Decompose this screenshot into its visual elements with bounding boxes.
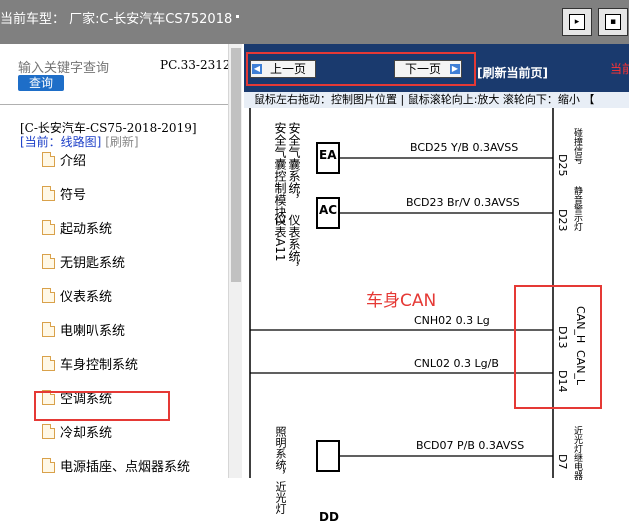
pin-label: D7 bbox=[556, 454, 569, 470]
document-icon bbox=[42, 356, 55, 371]
top-bar: 当前车型： 厂家:C-长安汽车CS752018 ▸ ▪ bbox=[0, 0, 629, 44]
document-icon bbox=[42, 458, 55, 473]
square-icon: ▪ bbox=[605, 14, 621, 30]
document-icon bbox=[42, 152, 55, 167]
function-label: 碰撞信号 bbox=[572, 128, 582, 164]
prev-page-button[interactable]: ◀ 上一页 bbox=[250, 60, 316, 78]
arrow-left-icon: ◀ bbox=[252, 64, 262, 74]
current-indicator: 当前 bbox=[610, 62, 629, 76]
toolbar-button-2[interactable]: ▪ bbox=[598, 8, 628, 36]
module-label: 安全气囊系统， bbox=[287, 122, 301, 206]
list-item[interactable]: 冷却系统 bbox=[40, 421, 226, 441]
list-item-label: 无钥匙系统 bbox=[60, 256, 126, 271]
arrow-right-icon: ▶ bbox=[450, 64, 460, 74]
list-item-label: 冷却系统 bbox=[60, 426, 113, 441]
list-item-label: 起动系统 bbox=[60, 222, 113, 237]
document-icon bbox=[42, 220, 55, 235]
list-item-label: 介绍 bbox=[60, 154, 87, 169]
list-item[interactable]: 介绍 bbox=[40, 149, 226, 169]
refresh-page-link[interactable]: [刷新当前页] bbox=[477, 64, 548, 81]
function-label: 近光灯继电器 bbox=[572, 426, 582, 480]
connector-code: AC bbox=[319, 203, 338, 217]
wire-label: BCD25 Y/B 0.3AVSS bbox=[410, 141, 519, 154]
connector-code: EA bbox=[319, 148, 337, 162]
next-page-button[interactable]: 下一页 ▶ bbox=[394, 60, 462, 78]
divider bbox=[0, 104, 228, 105]
wire-label: CNH02 0.3 Lg bbox=[414, 314, 490, 327]
can-annotation: 车身CAN bbox=[366, 291, 437, 311]
selection-highlight-box bbox=[34, 391, 170, 421]
search-button[interactable]: 查询 bbox=[18, 75, 64, 91]
current-label: [当前：线路图] bbox=[20, 135, 102, 149]
list-item-selected[interactable]: 车身控制系统 bbox=[40, 353, 226, 373]
wiring-diagram[interactable]: EA AC DD BCD25 Y/B 0.3AVSS BCD23 Br/V 0.… bbox=[244, 108, 629, 524]
document-icon bbox=[42, 424, 55, 439]
refresh-link[interactable]: [刷新] bbox=[105, 135, 138, 149]
list-item[interactable]: 电源插座、点烟器系统 bbox=[40, 455, 226, 475]
module-label: 仪表A11 bbox=[273, 214, 287, 262]
module-label: 仪表系统， bbox=[287, 214, 301, 274]
signal-label: CAN_L bbox=[574, 350, 587, 386]
prev-page-label: 上一页 bbox=[269, 62, 306, 76]
list-item[interactable]: 电喇叭系统 bbox=[40, 319, 226, 339]
connector-code: DD bbox=[319, 510, 339, 524]
document-icon bbox=[42, 288, 55, 303]
list-item[interactable]: 仪表系统 bbox=[40, 285, 226, 305]
page-nav-bar: ◀ 上一页 下一页 ▶ [刷新当前页] 当前 bbox=[244, 44, 629, 92]
left-panel: 查询 PC.33-23129 [C-长安汽车-CS75-2018-2019] [… bbox=[0, 44, 244, 478]
wire-label: BCD07 P/B 0.3AVSS bbox=[416, 439, 525, 452]
list-item[interactable]: 起动系统 bbox=[40, 217, 226, 237]
list-item-label: 车身控制系统 bbox=[60, 358, 139, 373]
pin-label: D25 bbox=[556, 154, 569, 177]
document-icon bbox=[42, 254, 55, 269]
right-panel: ◀ 上一页 下一页 ▶ [刷新当前页] 当前 鼠标左右拖动：控制图片位置 | 鼠… bbox=[244, 44, 629, 524]
toolbar-button-1[interactable]: ▸ bbox=[562, 8, 592, 36]
module-label: 照明系统，近光灯 bbox=[274, 426, 287, 514]
list-item-label: 符号 bbox=[60, 188, 87, 203]
list-item-label: 仪表系统 bbox=[60, 290, 113, 305]
signal-label: CAN_H bbox=[574, 306, 587, 344]
wire-label: BCD23 Br/V 0.3AVSS bbox=[406, 196, 520, 209]
list-item-label: 电源插座、点烟器系统 bbox=[60, 460, 191, 475]
vehicle-title: 当前车型： 厂家:C-长安汽车CS752018 bbox=[0, 12, 233, 27]
document-icon bbox=[42, 322, 55, 337]
toolbar-dot bbox=[236, 15, 239, 18]
pin-label: D13 bbox=[556, 326, 569, 349]
play-icon: ▸ bbox=[569, 14, 585, 30]
next-page-label: 下一页 bbox=[404, 62, 441, 76]
hint-bar: 鼠标左右拖动：控制图片位置 | 鼠标滚轮向上:放大 滚轮向下：缩小 【 bbox=[244, 92, 629, 108]
current-location: [当前：线路图] [刷新] bbox=[20, 133, 139, 150]
list-item-label: 电喇叭系统 bbox=[60, 324, 126, 339]
list-item[interactable]: 符号 bbox=[40, 183, 226, 203]
left-scrollbar[interactable] bbox=[228, 44, 242, 478]
pin-label: D23 bbox=[556, 209, 569, 232]
list-item[interactable]: 无钥匙系统 bbox=[40, 251, 226, 271]
function-label: 静音警示灯 bbox=[572, 186, 582, 231]
wire-label: CNL02 0.3 Lg/B bbox=[414, 357, 499, 370]
module-label: 安全气囊控制模块1 bbox=[273, 122, 287, 226]
document-icon bbox=[42, 186, 55, 201]
pin-label: D14 bbox=[556, 370, 569, 393]
page-code: PC.33-23129 bbox=[160, 58, 239, 72]
search-input[interactable] bbox=[18, 60, 130, 76]
scroll-thumb[interactable] bbox=[231, 48, 241, 282]
